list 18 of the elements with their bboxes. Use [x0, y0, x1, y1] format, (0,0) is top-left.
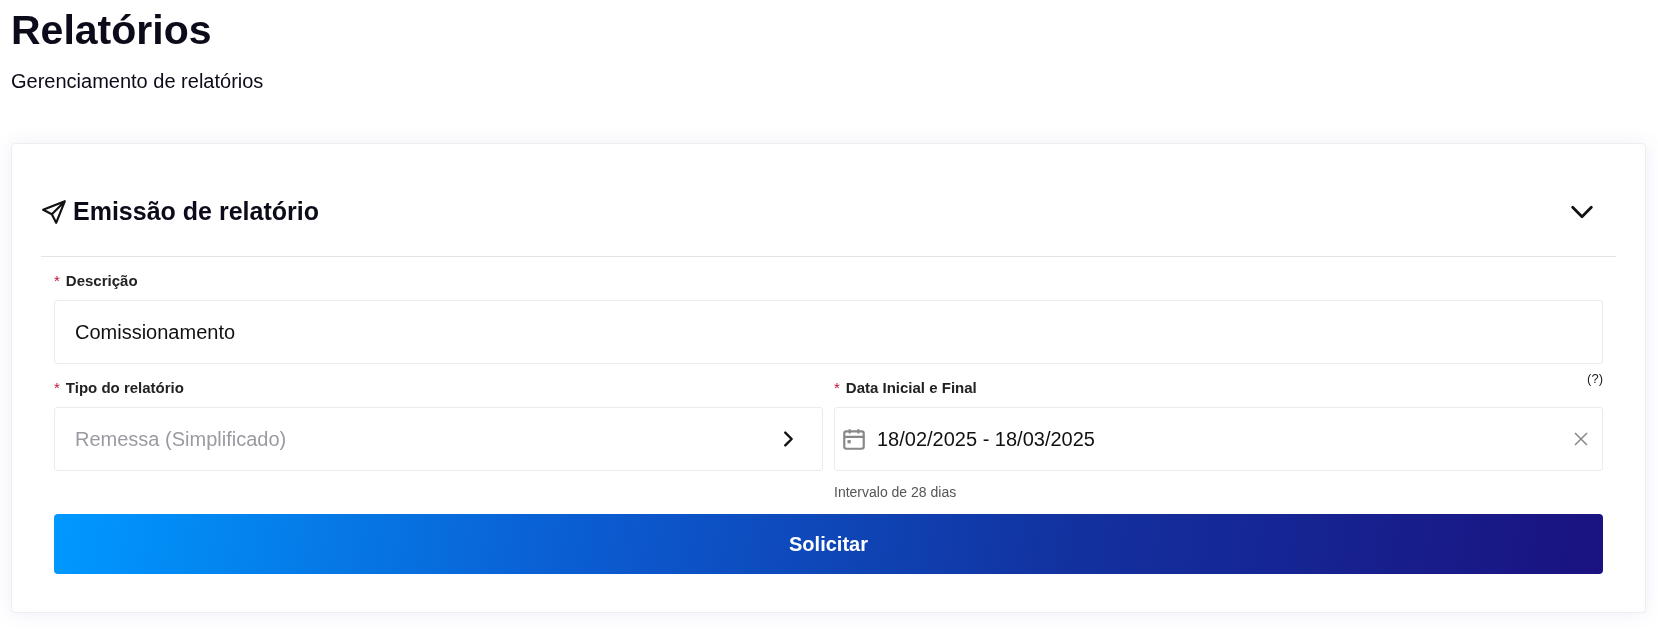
clear-icon[interactable]: [1573, 431, 1589, 447]
page-subtitle: Gerenciamento de relatórios: [11, 70, 264, 93]
page-title: Relatórios: [11, 6, 213, 54]
help-link[interactable]: (?): [1587, 371, 1603, 386]
field-label: Descrição: [65, 272, 138, 289]
interval-hint: Intervalo de 28 dias: [834, 484, 957, 500]
field-label: Tipo do relatório: [65, 379, 184, 396]
date-range-field[interactable]: 18/02/2025 - 18/03/2025: [834, 407, 1603, 471]
card-title: Emissão de relatório: [73, 197, 319, 226]
required-mark: *: [54, 272, 60, 289]
calendar-icon: [841, 426, 867, 452]
report-type-select[interactable]: Remessa (Simplificado): [54, 407, 823, 471]
send-icon: [41, 198, 67, 225]
required-mark: *: [54, 379, 60, 396]
field-label: Data Inicial e Final: [845, 379, 977, 396]
description-field[interactable]: Comissionamento: [54, 300, 1603, 364]
submit-button[interactable]: Solicitar: [54, 514, 1603, 574]
required-mark: *: [834, 379, 840, 396]
